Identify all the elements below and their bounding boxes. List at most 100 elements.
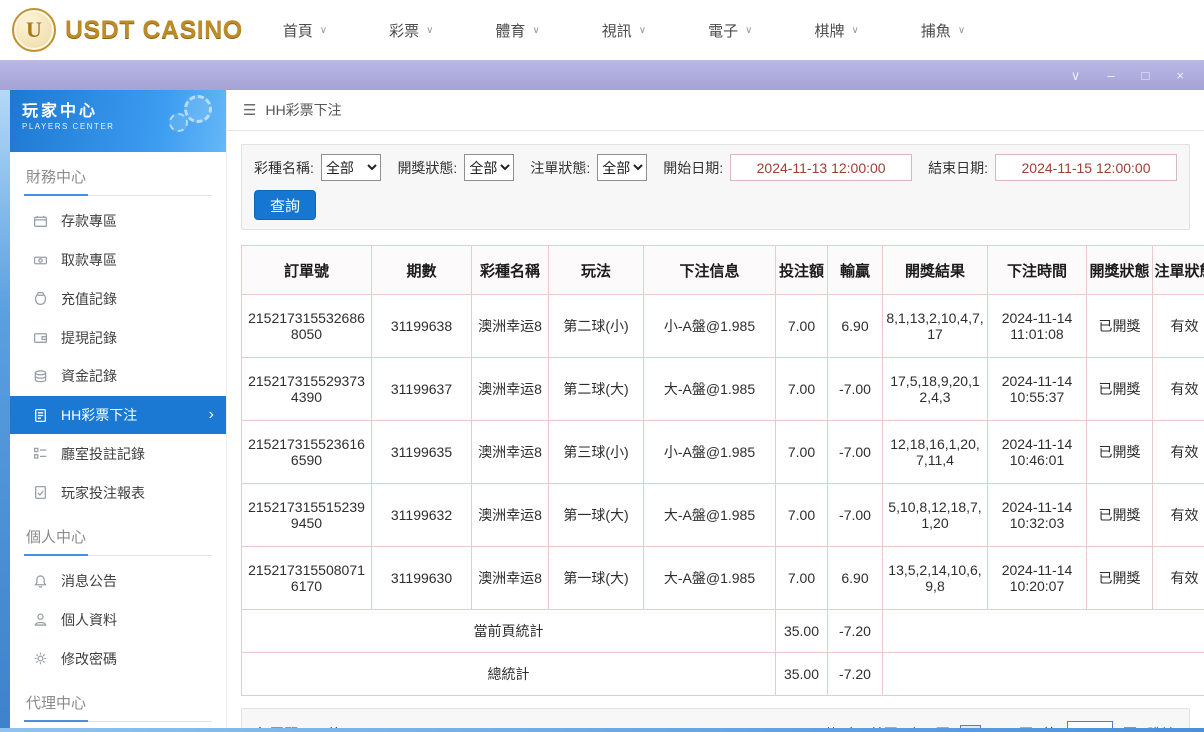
sidebar-item-profile[interactable]: 個人資料 xyxy=(10,601,226,640)
bets-table: 訂單號 期數 彩種名稱 玩法 下注信息 投注額 輸贏 開獎結果 下注時間 開獎狀… xyxy=(241,245,1204,696)
bell-icon xyxy=(32,574,48,589)
sidebar-item-label: 提現記錄 xyxy=(61,329,117,346)
cell-draw-result: 13,5,2,14,10,6,9,8 xyxy=(882,546,988,610)
nav-item-board-games[interactable]: 棋牌 ∨ xyxy=(814,20,858,41)
table-row: 2152173155326868050 31199638 澳洲幸运8 第二球(小… xyxy=(241,294,1204,358)
nav-item-slots[interactable]: 電子 ∨ xyxy=(708,20,752,41)
search-button[interactable]: 查詢 xyxy=(254,190,316,220)
deposit-card-icon xyxy=(32,214,48,229)
maximize-icon[interactable]: □ xyxy=(1142,69,1150,82)
nav-item-fishing[interactable]: 捕魚 ∨ xyxy=(921,20,965,41)
cell-order-status: 有效 xyxy=(1152,357,1204,421)
nav-label: 彩票 xyxy=(389,22,420,40)
sidebar-item-change-password[interactable]: 修改密碼 xyxy=(10,639,226,678)
cell-bet-amount: 7.00 xyxy=(775,294,828,358)
chevron-down-icon: ∨ xyxy=(957,24,966,36)
draw-status-select[interactable]: 全部 xyxy=(464,154,515,181)
cell-bet-amount: 7.00 xyxy=(775,357,828,421)
window-bottom-edge xyxy=(0,728,1204,732)
col-header-bet-info: 下注信息 xyxy=(643,245,776,295)
filter-panel: 彩種名稱: 全部 開獎狀態: 全部 注單狀態: 全部 開始日期: 結束日期: 查… xyxy=(241,144,1190,230)
grand-summary-row: 總統計 35.00 -7.20 xyxy=(241,652,1204,696)
sidebar-header: 玩家中心 PLAYERS CENTER xyxy=(10,90,226,152)
cell-win-loss: 6.90 xyxy=(827,546,883,610)
nav-item-home[interactable]: 首頁 ∨ xyxy=(283,20,327,41)
table-row: 2152173155293734390 31199637 澳洲幸运8 第二球(大… xyxy=(241,357,1204,421)
sidebar-item-room-bet-records[interactable]: 廳室投註記錄 xyxy=(10,434,226,473)
order-status-select[interactable]: 全部 xyxy=(597,154,648,181)
cell-order-id: 2152173155293734390 xyxy=(241,357,372,421)
main-content: ☰ HH彩票下注 彩種名稱: 全部 開獎狀態: 全部 注單狀態: 全部 開始日期… xyxy=(227,90,1204,728)
cell-lottery-name: 澳洲幸运8 xyxy=(471,483,549,547)
sidebar-item-label: 取款專區 xyxy=(61,252,117,269)
sidebar-item-withdraw[interactable]: 取款專區 xyxy=(10,241,226,280)
cell-lottery-name: 澳洲幸运8 xyxy=(471,294,549,358)
cell-lottery-name: 澳洲幸运8 xyxy=(471,357,549,421)
section-finance-center: 財務中心 xyxy=(24,166,212,196)
nav-item-lottery[interactable]: 彩票 ∨ xyxy=(389,20,433,41)
page-summary-label: 當前頁統計 xyxy=(241,609,776,653)
grand-summary-bet: 35.00 xyxy=(775,652,828,696)
lottery-name-select[interactable]: 全部 xyxy=(320,154,382,181)
cell-play-type: 第二球(大) xyxy=(548,357,644,421)
nav-item-live-video[interactable]: 視訊 ∨ xyxy=(602,20,646,41)
cell-win-loss: -7.00 xyxy=(827,420,883,484)
col-header-period: 期數 xyxy=(371,245,472,295)
cell-draw-result: 5,10,8,12,18,7,1,20 xyxy=(882,483,988,547)
sidebar-item-funds-record[interactable]: 資金記錄 xyxy=(10,357,226,396)
col-header-draw-status: 開獎狀態 xyxy=(1086,245,1153,295)
sidebar-item-recharge-record[interactable]: 充值記錄 xyxy=(10,279,226,318)
chevron-down-icon: ∨ xyxy=(745,24,753,36)
app-body: 玩家中心 PLAYERS CENTER 財務中心 存款專區 取款專區 充值記錄 … xyxy=(0,90,1204,728)
order-status-label: 注單狀態: xyxy=(530,159,591,176)
collapse-icon[interactable]: ∨ xyxy=(1071,69,1081,82)
person-icon xyxy=(32,612,48,627)
nav-label: 視訊 xyxy=(601,22,632,40)
sidebar-item-label: 個人資料 xyxy=(61,611,117,628)
sidebar-item-hh-lottery-bets[interactable]: HH彩票下注 › xyxy=(10,395,226,435)
start-date-input[interactable] xyxy=(730,154,913,181)
cell-draw-result: 8,1,13,2,10,4,7,17 xyxy=(882,294,988,358)
nav-item-sports[interactable]: 體育 ∨ xyxy=(495,20,539,41)
end-date-input[interactable] xyxy=(995,154,1177,181)
cell-bet-info: 小-A盤@1.985 xyxy=(643,294,776,358)
cell-order-status: 有效 xyxy=(1152,483,1204,547)
cell-period: 31199638 xyxy=(371,294,472,358)
cell-order-id: 2152173155236166590 xyxy=(241,420,372,484)
sidebar-item-label: 資金記錄 xyxy=(61,368,117,385)
close-icon[interactable]: × xyxy=(1176,69,1184,82)
col-header-draw-result: 開獎結果 xyxy=(882,245,988,295)
cell-win-loss: -7.00 xyxy=(827,483,883,547)
table-header-row: 訂單號 期數 彩種名稱 玩法 下注信息 投注額 輸贏 開獎結果 下注時間 開獎狀… xyxy=(241,245,1204,295)
sidebar-item-deposit[interactable]: 存款專區 xyxy=(10,202,226,241)
cell-bet-time: 2024-11-14 10:55:37 xyxy=(987,357,1087,421)
cell-draw-status: 已開獎 xyxy=(1086,546,1153,610)
chevron-down-icon: ∨ xyxy=(426,24,434,36)
sidebar-item-player-bet-report[interactable]: 玩家投注報表 xyxy=(10,473,226,512)
page-jump-input[interactable] xyxy=(1067,721,1113,728)
pagination-bar: 每頁顯示20條 共5条 首頁 上一页 1 下一页 第 页 跳转 xyxy=(241,708,1190,728)
cell-bet-amount: 7.00 xyxy=(775,420,828,484)
site-logo[interactable]: U USDT CASINO xyxy=(0,8,243,52)
page-summary-bet: 35.00 xyxy=(775,609,828,653)
site-header: U USDT CASINO 首頁 ∨ 彩票 ∨ 體育 ∨ 視訊 ∨ 電子 ∨ 棋牌 ∨ 捕魚… xyxy=(0,0,1204,60)
col-header-play-type: 玩法 xyxy=(548,245,644,295)
sidebar-item-label: 廳室投註記錄 xyxy=(61,445,145,462)
nav-label: 電子 xyxy=(708,22,739,40)
cell-bet-info: 大-A盤@1.985 xyxy=(643,546,776,610)
filter-row: 彩種名稱: 全部 開獎狀態: 全部 注單狀態: 全部 開始日期: 結束日期: xyxy=(254,154,1177,181)
cell-order-status: 有效 xyxy=(1152,546,1204,610)
table-row: 2152173155236166590 31199635 澳洲幸运8 第三球(小… xyxy=(241,420,1204,484)
wallet-icon xyxy=(32,330,48,345)
pagination-controls: 共5条 首頁 上一页 1 下一页 第 页 跳转 xyxy=(824,721,1175,728)
sidebar-item-withdrawal-record[interactable]: 提現記錄 xyxy=(10,318,226,357)
lottery-name-label: 彩種名稱: xyxy=(254,159,314,176)
sidebar-item-announcements[interactable]: 消息公告 xyxy=(10,562,226,601)
menu-toggle-icon[interactable]: ☰ xyxy=(243,101,256,119)
cell-period: 31199635 xyxy=(371,420,472,484)
minimize-icon[interactable]: – xyxy=(1107,69,1114,82)
col-header-bet-time: 下注時間 xyxy=(987,245,1087,295)
table-row: 2152173155080716170 31199630 澳洲幸运8 第一球(大… xyxy=(241,546,1204,610)
chevron-down-icon: ∨ xyxy=(638,24,647,36)
cell-order-id: 2152173155080716170 xyxy=(241,546,372,610)
